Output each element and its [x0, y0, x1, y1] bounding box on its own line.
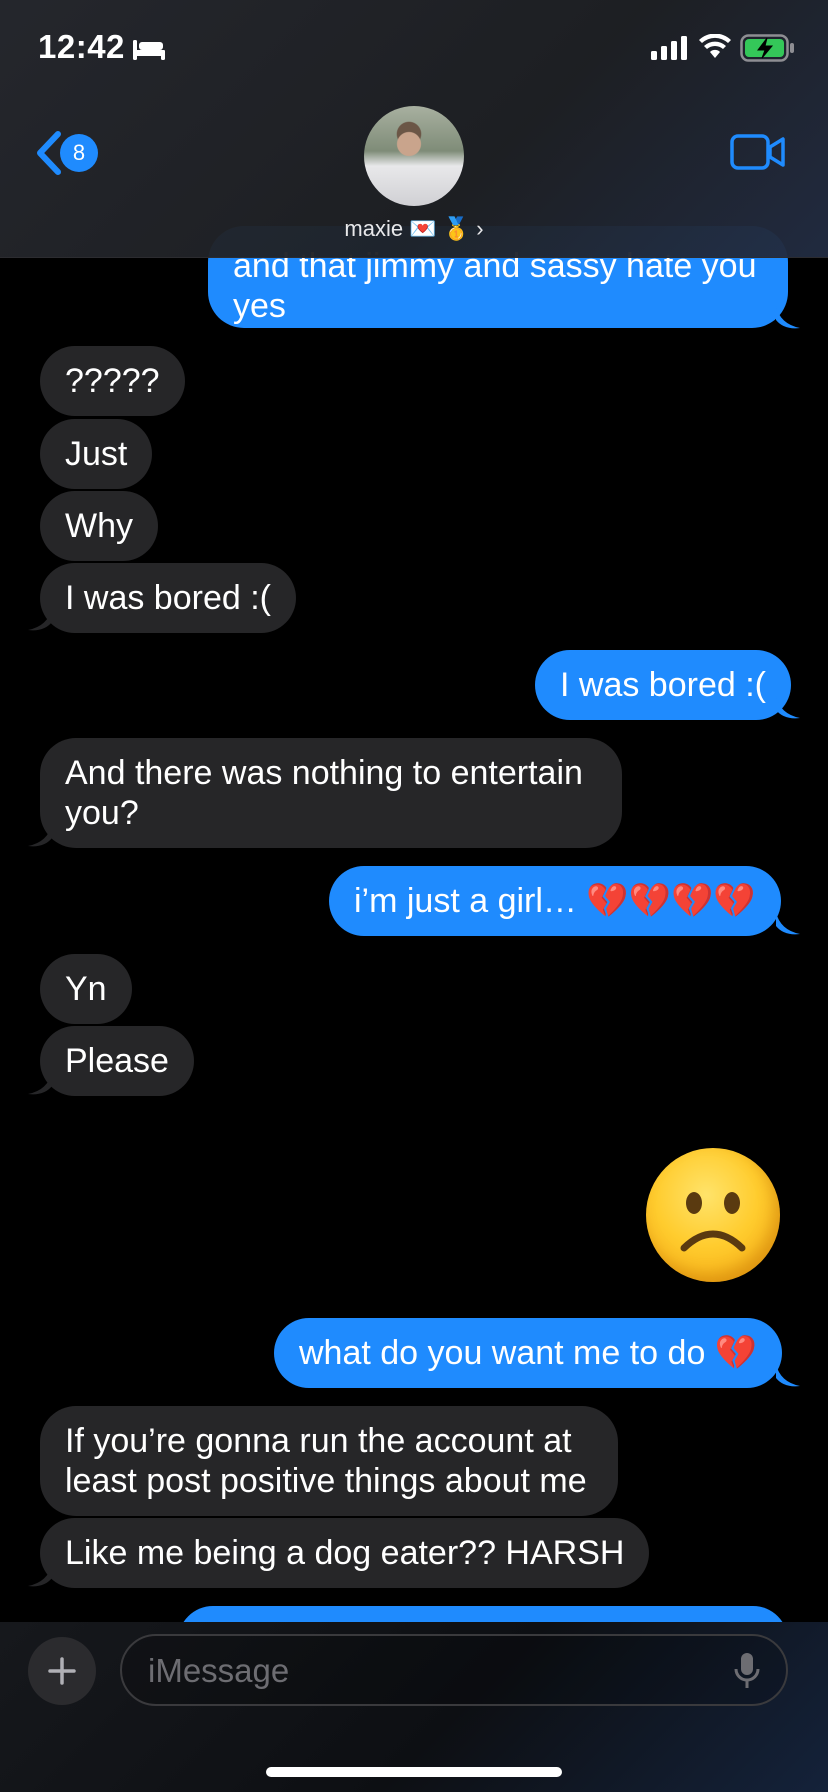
message-bubble-incoming[interactable]: Please — [40, 1026, 194, 1096]
bubble-tail — [28, 824, 52, 847]
bubble-tail — [776, 1364, 800, 1387]
wifi-icon — [699, 34, 731, 58]
imessage-input[interactable]: iMessage — [120, 1634, 788, 1706]
bubble-tail — [776, 696, 800, 719]
status-time: 12:42 — [38, 28, 125, 65]
input-placeholder: iMessage — [148, 1652, 290, 1689]
message-list[interactable]: and that jimmy and sassy hate you yes ??… — [0, 0, 828, 1792]
message-bubble-incoming[interactable]: Like me being a dog eater?? HARSH — [40, 1518, 650, 1588]
contact-avatar[interactable] — [364, 106, 464, 206]
bubble-tail — [776, 912, 800, 935]
message-bubble-outgoing[interactable]: i’m just a girl… 💔💔💔💔 — [329, 866, 781, 936]
contact-name[interactable]: maxie 💌 🥇 › — [0, 216, 828, 242]
bubble-tail — [28, 608, 52, 631]
message-bubble-incoming[interactable]: ????? — [40, 346, 185, 416]
video-call-icon[interactable] — [730, 132, 786, 172]
microphone-icon[interactable] — [734, 1652, 760, 1690]
bubble-tail — [28, 1564, 52, 1587]
frown-face-features — [680, 1192, 746, 1252]
message-bubble-outgoing[interactable]: I was bored :( — [535, 650, 791, 720]
conversation-header: 12:42 8 maxie 💌 🥇 › — [0, 0, 828, 258]
message-bubble-incoming[interactable]: Just — [40, 419, 153, 489]
bubble-tail — [28, 1072, 52, 1095]
message-bubble-incoming[interactable]: And there was nothing to entertain you? — [40, 738, 622, 848]
message-bubble-incoming[interactable]: Yn — [40, 954, 132, 1024]
sleep-focus-bed-icon — [133, 40, 165, 60]
message-bubble-incoming[interactable]: Why — [40, 491, 158, 561]
cellular-signal-icon — [651, 36, 687, 60]
apps-plus-button[interactable] — [28, 1637, 96, 1705]
message-bubble-outgoing[interactable]: what do you want me to do 💔 — [274, 1318, 783, 1388]
unread-count-badge[interactable]: 8 — [60, 134, 98, 172]
bubble-tail — [776, 306, 800, 329]
message-bubble-incoming[interactable]: If you’re gonna run the account at least… — [40, 1406, 618, 1516]
home-indicator[interactable] — [266, 1767, 562, 1777]
message-bubble-incoming[interactable]: I was bored :( — [40, 563, 296, 633]
plus-icon — [48, 1657, 76, 1685]
battery-charging-icon — [740, 34, 794, 62]
frowning-face-emoji-icon[interactable] — [646, 1148, 780, 1282]
